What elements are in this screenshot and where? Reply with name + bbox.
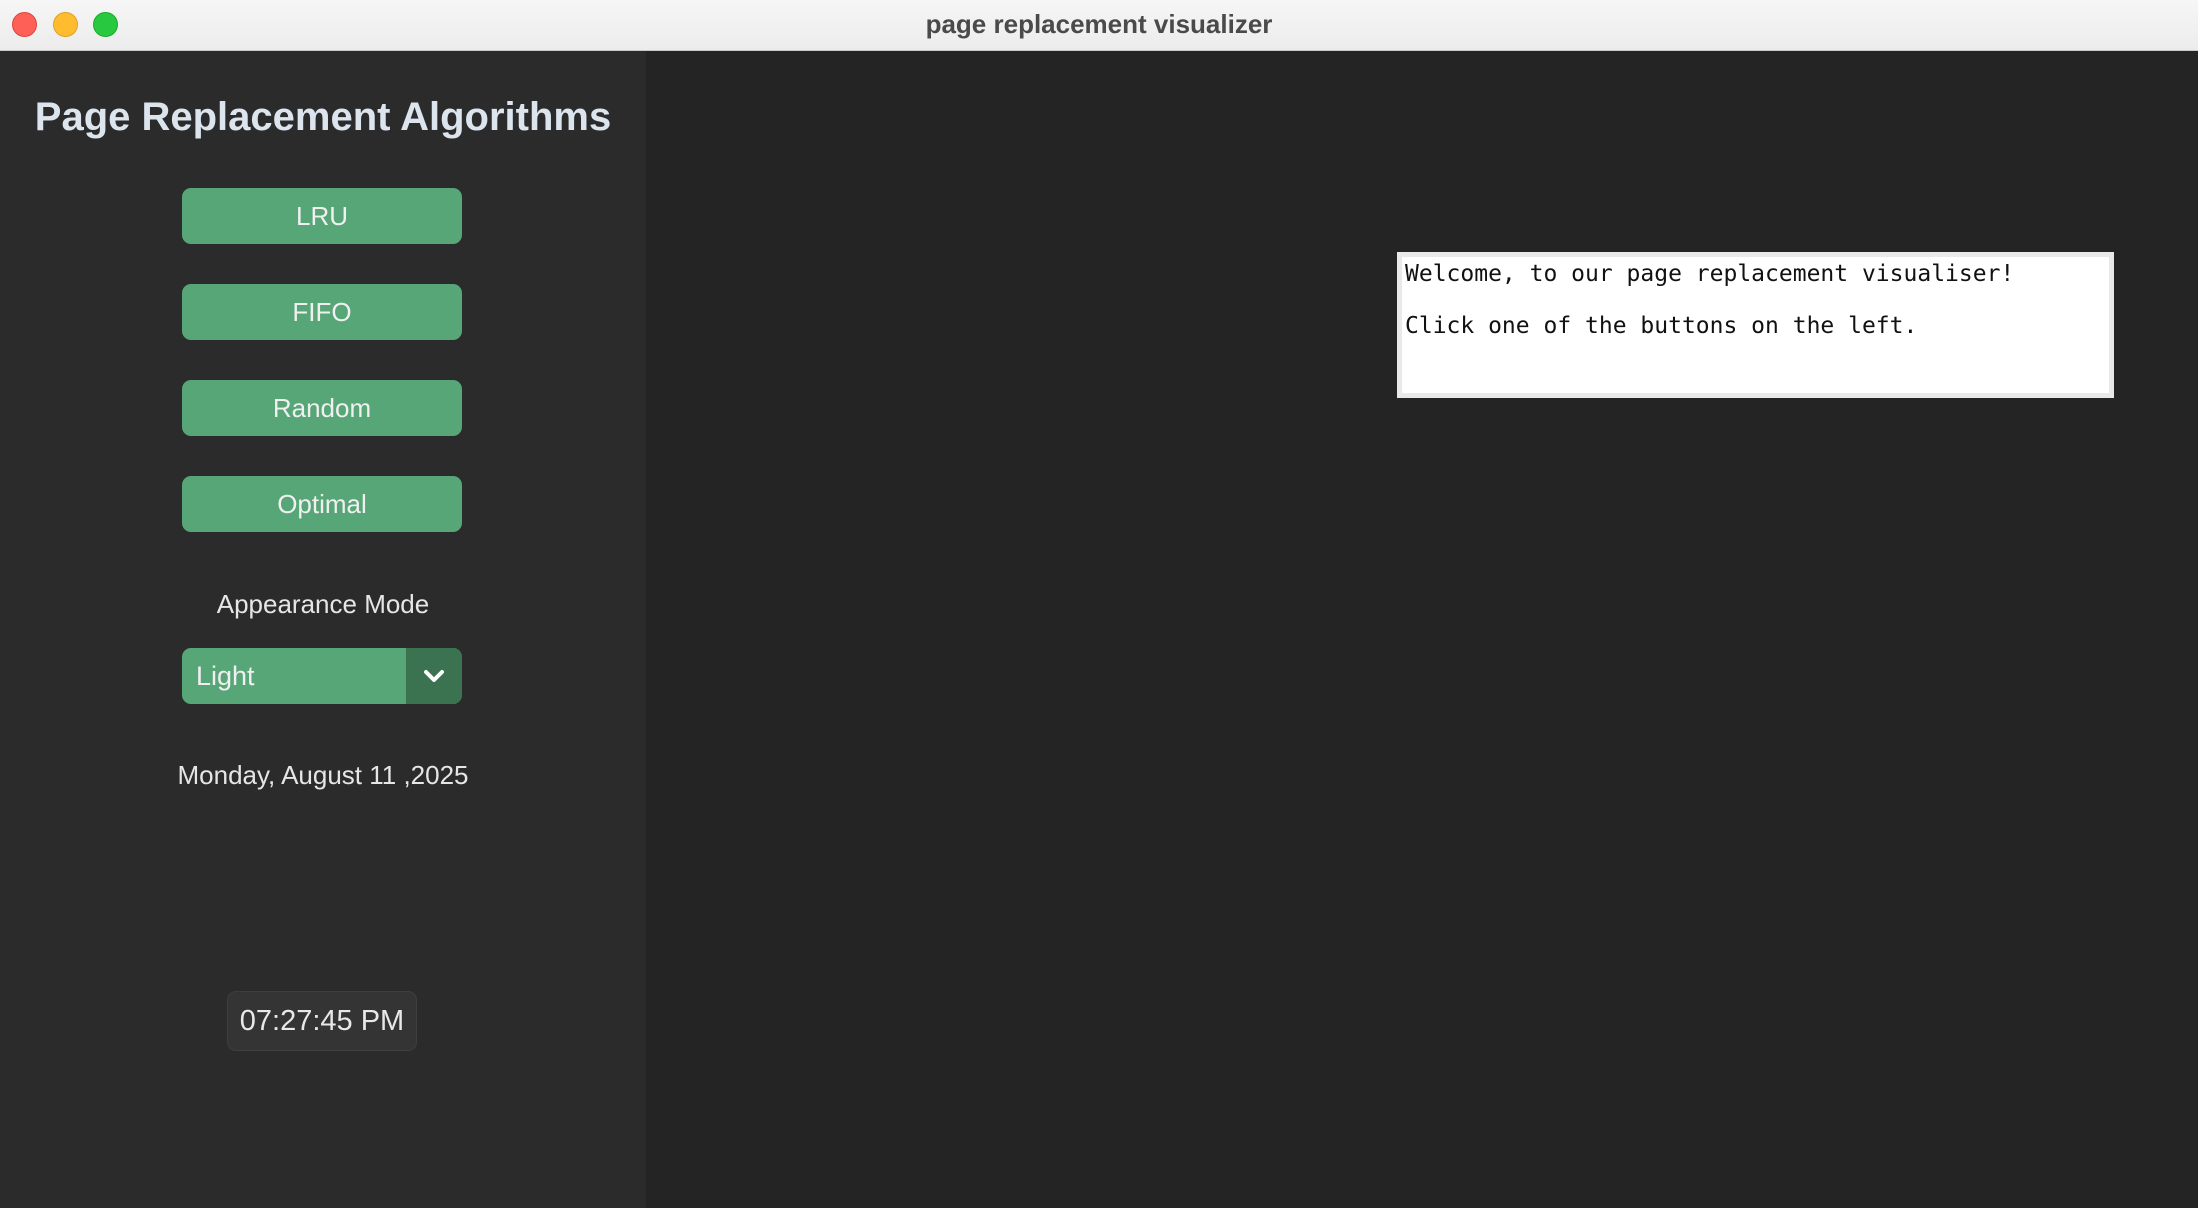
appearance-mode-label: Appearance Mode <box>216 589 430 619</box>
clock-display: 07:27:45 PM <box>227 991 417 1051</box>
instruction-line: Click one of the buttons on the left. <box>1405 313 1918 339</box>
welcome-line: Welcome, to our page replacement visuali… <box>1405 261 2015 287</box>
lru-button[interactable]: LRU <box>182 188 462 244</box>
random-button[interactable]: Random <box>182 380 462 436</box>
optimal-button[interactable]: Optimal <box>182 476 462 532</box>
app-window: page replacement visualizer Page Replace… <box>0 0 2198 1208</box>
sidebar-title: Page Replacement Algorithms <box>34 95 612 139</box>
current-date: Monday, August 11 ,2025 <box>177 760 469 790</box>
chevron-down-icon <box>424 670 444 682</box>
welcome-textbox[interactable]: Welcome, to our page replacement visuali… <box>1397 252 2114 398</box>
main-panel: Welcome, to our page replacement visuali… <box>646 51 2198 1208</box>
appearance-mode-dropdown-button[interactable] <box>406 648 462 704</box>
appearance-mode-select[interactable]: Light <box>182 648 462 704</box>
fifo-button[interactable]: FIFO <box>182 284 462 340</box>
appearance-mode-value: Light <box>196 661 255 691</box>
title-bar[interactable]: page replacement visualizer <box>0 0 2198 51</box>
window-title: page replacement visualizer <box>925 9 1273 39</box>
sidebar: Page Replacement Algorithms LRU FIFO Ran… <box>0 51 646 1208</box>
